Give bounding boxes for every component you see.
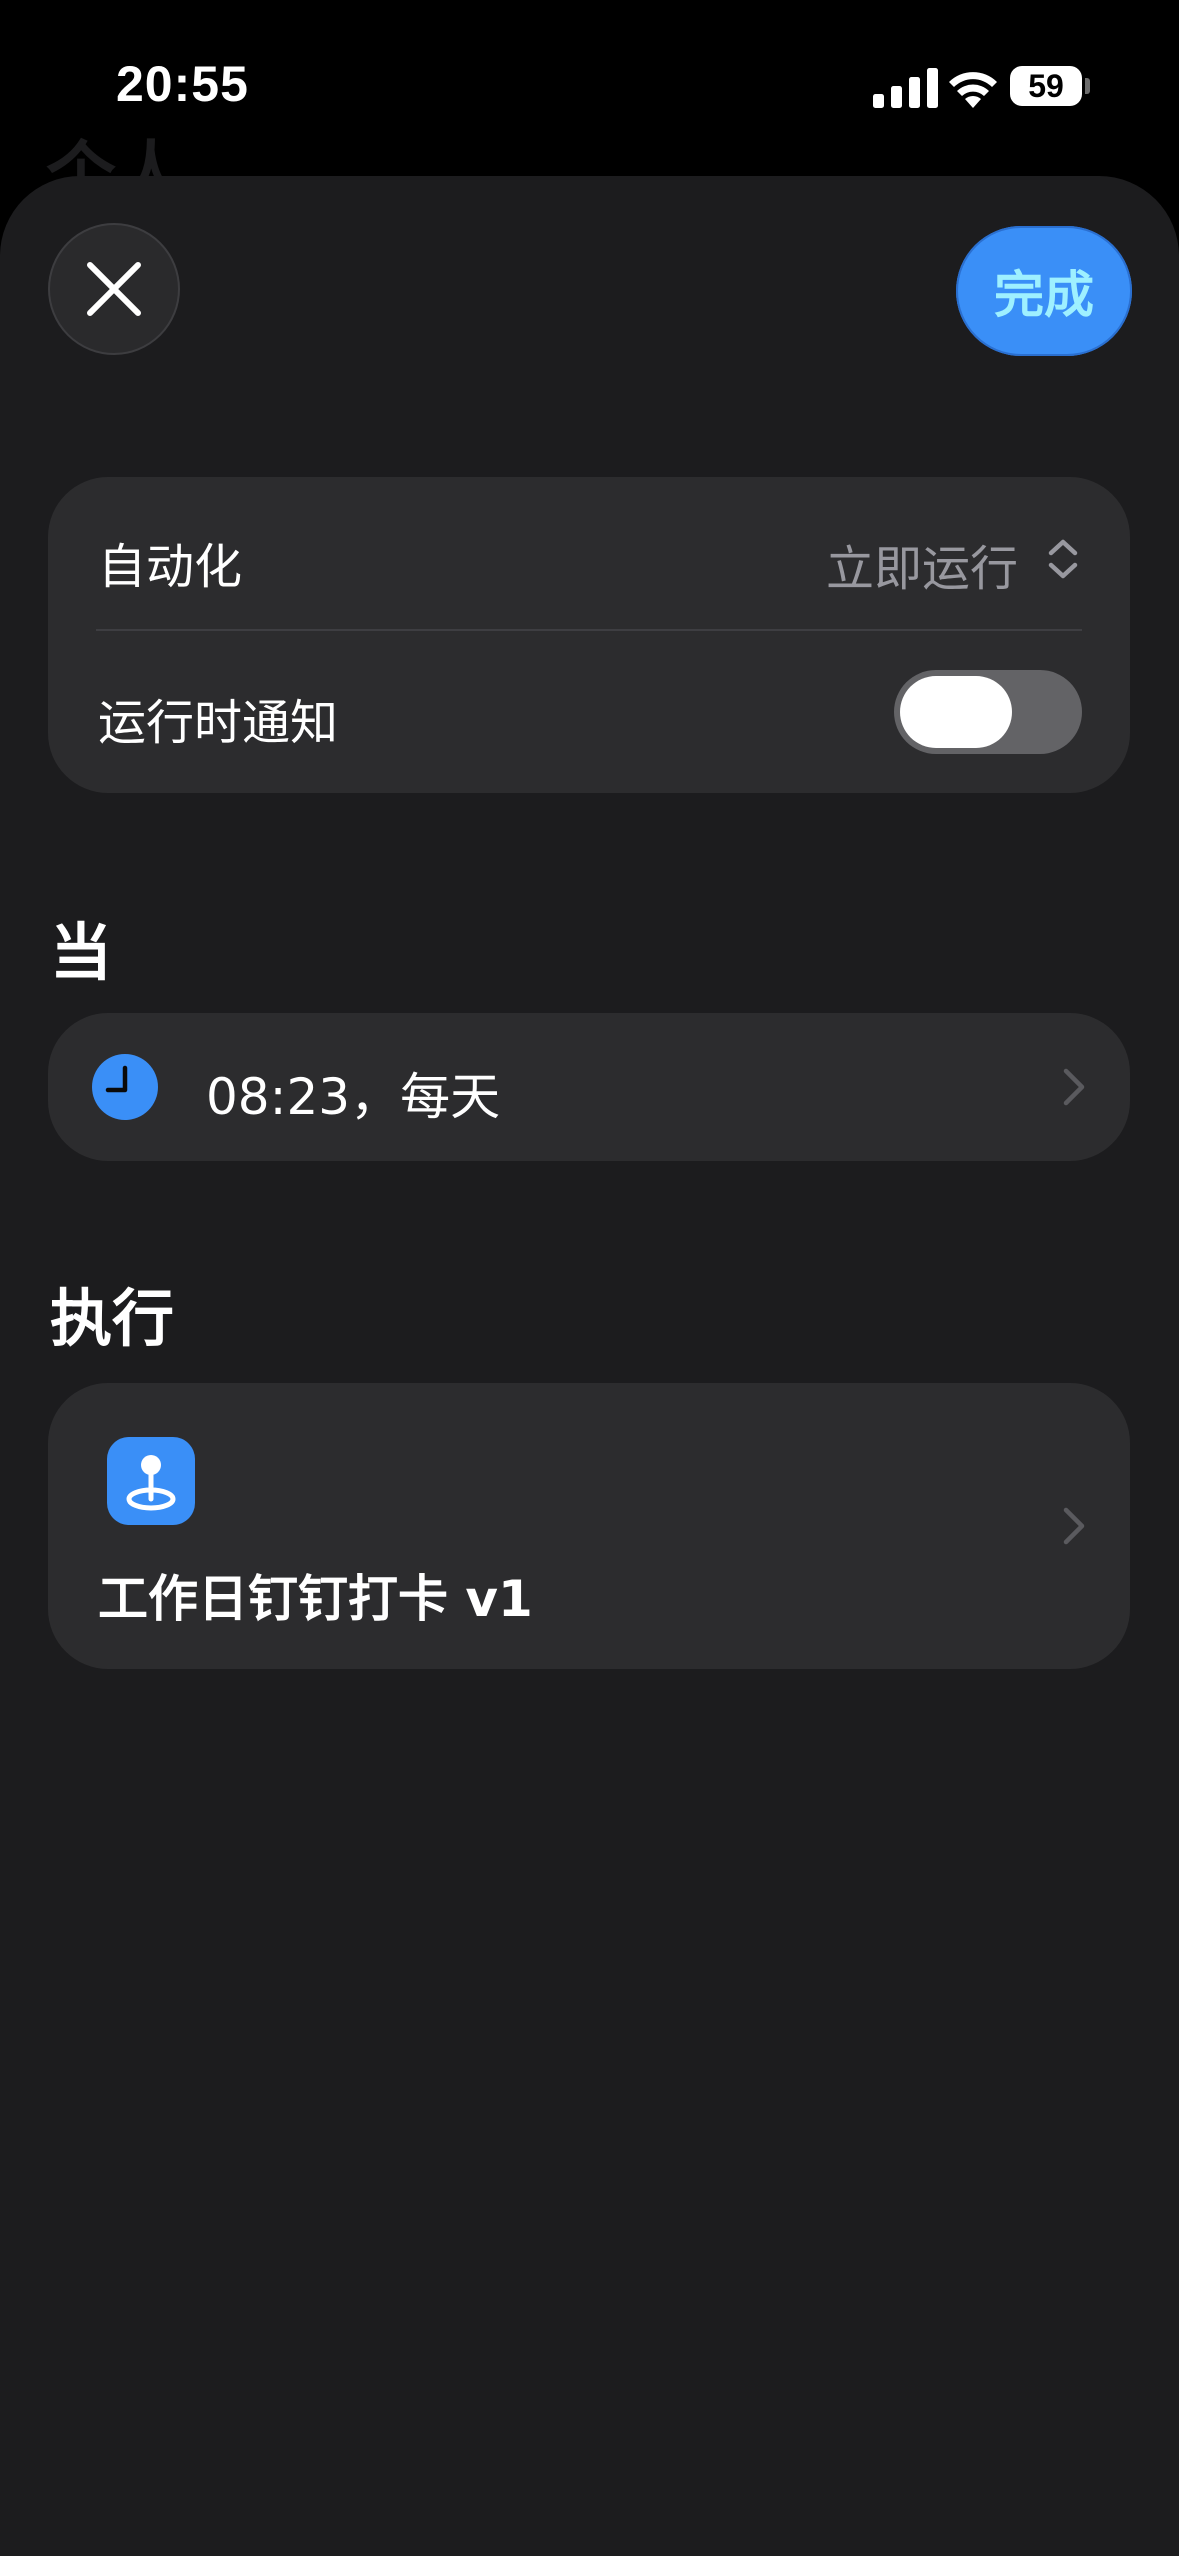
cellular-signal-icon <box>873 68 938 108</box>
close-icon <box>87 262 141 316</box>
wifi-icon <box>949 72 997 108</box>
battery-cap <box>1085 78 1090 94</box>
notify-when-run-toggle[interactable] <box>894 670 1082 754</box>
clock-icon <box>92 1054 158 1120</box>
toggle-knob <box>900 676 1012 748</box>
trigger-row[interactable]: 08:23，每天 <box>48 1013 1130 1161</box>
done-button[interactable]: 完成 <box>956 226 1132 356</box>
chevron-right-icon <box>1063 1068 1085 1106</box>
trigger-time-label: 08:23，每天 <box>206 1068 501 1126</box>
close-button[interactable] <box>48 223 180 355</box>
screen: 20:55 59 个人 完成 自动化 立即运行 运行时通知 当 08:23，每天… <box>0 0 1179 2556</box>
battery-indicator: 59 <box>1010 66 1082 106</box>
action-row[interactable]: 工作日钉钉打卡 v1 <box>48 1383 1130 1669</box>
settings-card: 自动化 立即运行 运行时通知 <box>48 477 1130 793</box>
status-time: 20:55 <box>116 56 249 112</box>
chevron-updown-icon[interactable] <box>1046 537 1080 581</box>
location-pin-icon <box>126 1455 176 1511</box>
automation-run-mode-select[interactable]: 立即运行 <box>826 529 1018 599</box>
do-section-title: 执行 <box>50 1282 175 1355</box>
shortcut-app-icon <box>107 1437 195 1525</box>
notify-when-run-label: 运行时通知 <box>98 695 339 751</box>
row-divider <box>96 629 1082 631</box>
automation-label: 自动化 <box>98 539 243 595</box>
action-shortcut-name: 工作日钉钉打卡 v1 <box>98 1570 533 1628</box>
when-section-title: 当 <box>50 916 113 989</box>
chevron-right-icon <box>1063 1507 1085 1545</box>
